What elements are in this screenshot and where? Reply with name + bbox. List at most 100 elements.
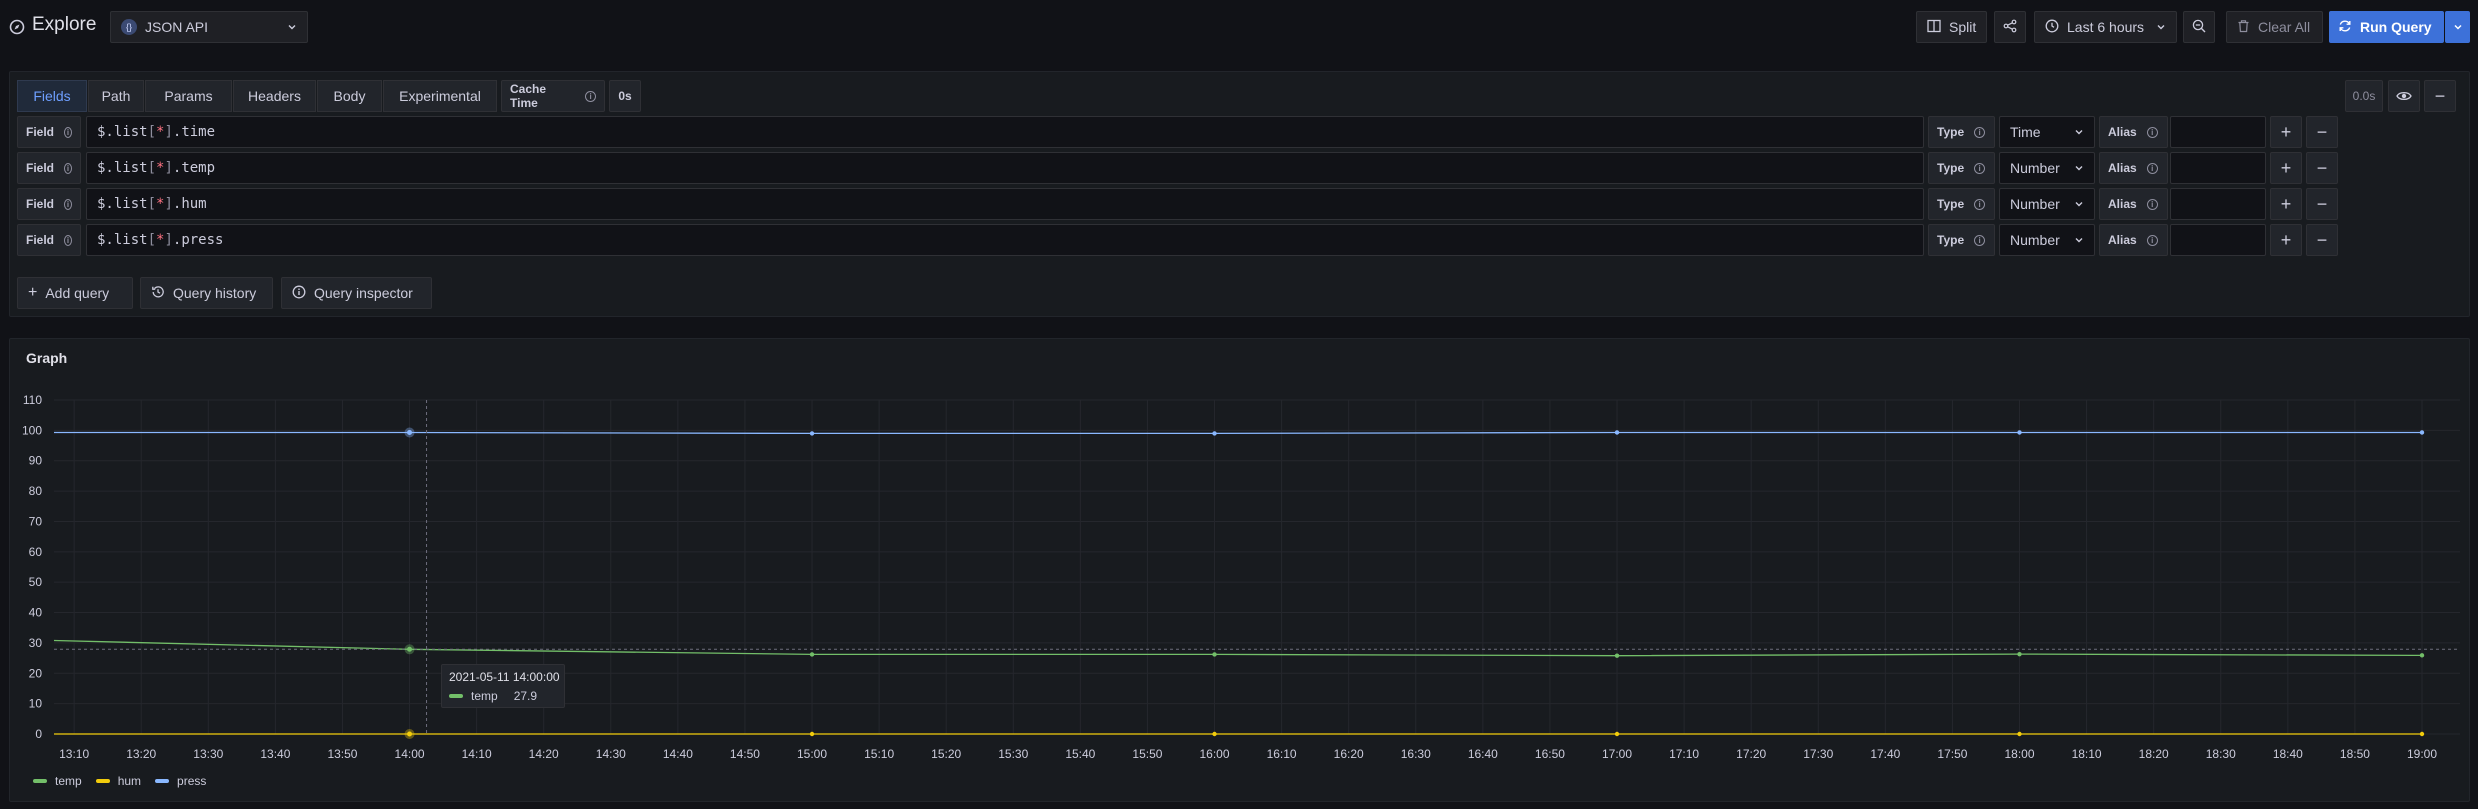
graph-chart[interactable]: 0 10 20 30 40 50 60 70 80 90 100 110 13:10 13:20 13:30… [0, 380, 2478, 770]
field-alias-input[interactable] [2170, 224, 2266, 256]
type-label-text: Type [1937, 125, 1965, 139]
cache-time-input[interactable]: 0s [609, 80, 641, 112]
field-path-input[interactable]: $.list[*] .press [86, 224, 1924, 256]
minus-icon: − [2316, 157, 2328, 178]
chevron-down-icon [2074, 160, 2084, 176]
y-tick-label: 40 [29, 606, 43, 620]
minus-icon: − [2316, 193, 2328, 214]
info-icon: i [1974, 198, 1986, 210]
info-icon: i [2146, 162, 2158, 174]
run-query-button[interactable]: Run Query [2329, 11, 2444, 43]
alias-label: Alias i [2099, 224, 2168, 256]
field-path-input[interactable]: $.list[*] .hum [86, 188, 1924, 220]
clear-all-button[interactable]: Clear All [2226, 11, 2323, 43]
tab-body[interactable]: Body [317, 80, 382, 112]
type-label: Type i [1928, 152, 1995, 184]
data-point-hum [809, 731, 815, 737]
legend-item-hum[interactable]: hum [95, 774, 142, 788]
remove-field-button[interactable]: − [2306, 188, 2338, 220]
tab-headers[interactable]: Headers [233, 80, 316, 112]
info-icon: i [1974, 126, 1986, 138]
zoom-out-button[interactable] [2183, 11, 2215, 43]
chevron-down-icon [2074, 124, 2084, 140]
field-path-suffix: .temp [172, 160, 216, 176]
field-alias-input[interactable] [2170, 188, 2266, 220]
datasource-name: JSON API [145, 19, 209, 35]
legend-label: hum [117, 774, 142, 788]
query-time-value: 0.0s [2352, 89, 2376, 103]
add-field-button[interactable]: + [2270, 224, 2302, 256]
remove-field-button[interactable]: − [2306, 152, 2338, 184]
field-path-suffix: .hum [172, 196, 207, 212]
legend-swatch [95, 779, 110, 783]
legend-item-press[interactable]: press [155, 774, 206, 788]
info-circle-icon [292, 285, 306, 302]
datasource-icon: {} [121, 19, 137, 35]
time-range-label: Last 6 hours [2067, 19, 2145, 35]
chevron-down-icon [287, 19, 297, 35]
zoom-out-icon [2192, 19, 2206, 36]
info-icon: i [64, 198, 72, 210]
remove-field-button[interactable]: − [2306, 116, 2338, 148]
data-point-hum [2017, 731, 2022, 737]
share-icon [2003, 19, 2017, 36]
field-path-bracket-close: ] [164, 160, 173, 176]
field-path-wildcard: * [156, 124, 165, 140]
tooltip-series-swatch [449, 694, 463, 698]
type-label-text: Type [1937, 197, 1965, 211]
field-alias-input[interactable] [2170, 152, 2266, 184]
run-query-dropdown[interactable] [2445, 11, 2470, 43]
field-path-input[interactable]: $.list[*] .time [86, 116, 1924, 148]
data-point-temp [1614, 653, 1620, 658]
datasource-picker[interactable]: {} JSON API [110, 11, 308, 43]
alias-label-text: Alias [2108, 125, 2137, 139]
field-path-wildcard: * [156, 196, 165, 212]
legend-item-temp[interactable]: temp [33, 774, 82, 788]
info-icon: i [2146, 126, 2158, 138]
field-path-bracket-open: [ [147, 196, 157, 212]
time-range-picker[interactable]: Last 6 hours [2034, 11, 2177, 43]
x-tick-label: 15:40 [1065, 747, 1095, 761]
toggle-visibility-button[interactable] [2388, 80, 2420, 112]
field-label: Field i [17, 188, 81, 220]
field-type-select[interactable]: Number [1999, 224, 2095, 256]
add-field-button[interactable]: + [2270, 152, 2302, 184]
query-history-button[interactable]: Query history [140, 277, 273, 309]
x-tick-label: 16:20 [1334, 747, 1364, 761]
query-time-badge: 0.0s [2345, 80, 2383, 112]
tab-experimental[interactable]: Experimental [383, 80, 497, 112]
data-point-press [809, 431, 815, 436]
legend-swatch [33, 779, 47, 783]
field-type-select[interactable]: Number [1999, 188, 2095, 220]
split-button[interactable]: Split [1916, 11, 1987, 43]
field-path-input[interactable]: $.list[*] .temp [86, 152, 1924, 184]
hover-point-press [407, 429, 413, 435]
add-query-button[interactable]: + Add query [17, 277, 133, 309]
y-tick-label: 20 [29, 666, 43, 680]
plus-icon: + [2280, 193, 2292, 214]
alias-label: Alias i [2099, 188, 2168, 220]
tooltip-series: temp 27.9 [449, 689, 537, 703]
query-inspector-button[interactable]: Query inspector [281, 277, 432, 309]
page-title: Explore [32, 14, 97, 35]
field-type-value: Number [2010, 196, 2060, 212]
add-field-button[interactable]: + [2270, 116, 2302, 148]
field-type-select[interactable]: Time [1999, 116, 2095, 148]
tab-fields[interactable]: Fields [17, 80, 87, 112]
x-tick-label: 18:20 [2139, 747, 2169, 761]
field-path-bracket-open: [ [147, 160, 157, 176]
add-field-button[interactable]: + [2270, 188, 2302, 220]
remove-query-button[interactable]: − [2424, 80, 2456, 112]
y-tick-label: 0 [35, 727, 42, 741]
remove-field-button[interactable]: − [2306, 224, 2338, 256]
field-path-suffix: .time [172, 124, 216, 140]
x-tick-label: 13:30 [193, 747, 223, 761]
tab-path[interactable]: Path [88, 80, 144, 112]
tab-params[interactable]: Params [145, 80, 232, 112]
hover-point-temp [407, 646, 413, 652]
share-button[interactable] [1994, 11, 2026, 43]
field-type-select[interactable]: Number [1999, 152, 2095, 184]
x-tick-label: 16:30 [1401, 747, 1431, 761]
y-tick-label: 100 [22, 423, 42, 437]
field-alias-input[interactable] [2170, 116, 2266, 148]
